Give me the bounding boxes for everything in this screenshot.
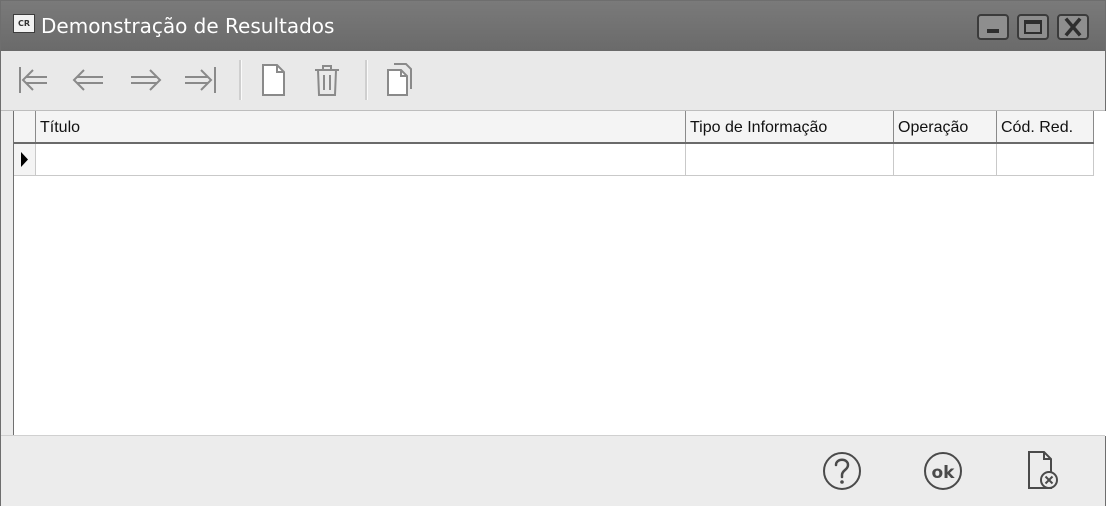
first-record-button[interactable] bbox=[11, 59, 55, 101]
arrow-first-icon bbox=[19, 67, 47, 93]
arrow-last-icon bbox=[185, 67, 216, 93]
window-title: Demonstração de Resultados bbox=[41, 14, 335, 38]
column-header-tipo-informacao[interactable]: Tipo de Informação bbox=[686, 111, 894, 142]
delete-record-button[interactable] bbox=[305, 59, 349, 101]
arrow-right-icon bbox=[131, 69, 162, 91]
new-record-button[interactable] bbox=[251, 59, 295, 101]
title-bar[interactable]: CR Demonstração de Resultados bbox=[1, 1, 1105, 51]
minimize-icon bbox=[987, 29, 999, 33]
grid-header: Título Tipo de Informação Operação Cód. … bbox=[14, 111, 1094, 144]
maximize-icon bbox=[1024, 20, 1042, 34]
ok-button[interactable]: ok bbox=[918, 448, 968, 494]
cancel-document-icon bbox=[1028, 451, 1058, 489]
copy-document-icon bbox=[387, 63, 412, 96]
previous-record-button[interactable] bbox=[67, 59, 111, 101]
question-icon bbox=[823, 452, 861, 490]
table-row[interactable] bbox=[14, 144, 1094, 176]
row-indicator-header bbox=[14, 111, 36, 142]
new-document-icon bbox=[262, 64, 285, 96]
next-record-button[interactable] bbox=[123, 59, 167, 101]
cell-cod-red[interactable] bbox=[997, 144, 1094, 175]
dialog-window: CR Demonstração de Resultados Título Tip… bbox=[0, 0, 1106, 506]
toolbar bbox=[1, 51, 1105, 111]
footer-bar: ok bbox=[1, 435, 1105, 506]
toolbar-separator bbox=[239, 60, 242, 100]
data-grid[interactable]: Título Tipo de Informação Operação Cód. … bbox=[13, 111, 1106, 436]
current-row-arrow-icon bbox=[21, 152, 28, 167]
cell-tipo-informacao[interactable] bbox=[686, 144, 894, 175]
column-header-cod-red[interactable]: Cód. Red. bbox=[997, 111, 1094, 142]
ok-icon: ok bbox=[924, 452, 962, 490]
maximize-button[interactable] bbox=[1017, 14, 1049, 40]
close-button[interactable] bbox=[1057, 14, 1089, 40]
cancel-button[interactable] bbox=[1019, 448, 1069, 494]
arrow-left-icon bbox=[72, 69, 103, 91]
column-header-titulo[interactable]: Título bbox=[36, 111, 686, 142]
last-record-button[interactable] bbox=[179, 59, 223, 101]
app-icon: CR bbox=[13, 14, 35, 33]
toolbar-separator bbox=[365, 60, 368, 100]
help-button[interactable] bbox=[817, 448, 867, 494]
column-header-operacao[interactable]: Operação bbox=[894, 111, 997, 142]
minimize-button[interactable] bbox=[977, 14, 1009, 40]
cell-titulo[interactable] bbox=[36, 144, 686, 175]
trash-icon bbox=[315, 65, 339, 96]
row-indicator bbox=[14, 144, 36, 175]
ok-label: ok bbox=[932, 463, 956, 483]
copy-record-button[interactable] bbox=[377, 59, 421, 101]
close-icon bbox=[1064, 17, 1082, 37]
cell-operacao[interactable] bbox=[894, 144, 997, 175]
